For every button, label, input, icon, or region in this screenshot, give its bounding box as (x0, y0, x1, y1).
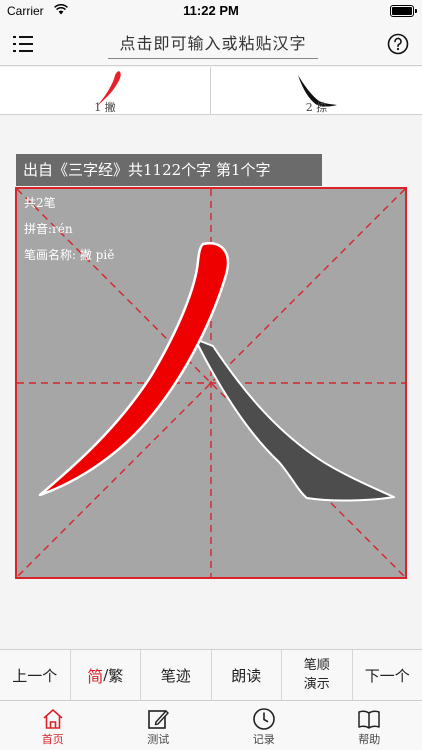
trace-button[interactable]: 笔迹 (141, 650, 212, 700)
prev-label: 上一个 (12, 666, 58, 685)
status-bar: Carrier 11:22 PM (0, 0, 422, 22)
stroke-list: 1 撇 2 捺 (0, 67, 422, 115)
simplified-label: 简 (87, 667, 104, 686)
help-icon[interactable] (386, 32, 410, 56)
clock-icon (252, 708, 275, 730)
tab-bar: 首页 测试 记录 帮助 (0, 701, 422, 750)
search-input[interactable]: 点击即可输入或粘贴汉字 (108, 29, 318, 59)
next-label: 下一个 (364, 666, 410, 685)
tab-label: 首页 (41, 733, 64, 746)
tab-test[interactable]: 测试 (106, 701, 212, 750)
next-character-button[interactable]: 下一个 (353, 650, 422, 700)
pinyin: 拼音:rén (24, 222, 73, 236)
tab-label: 帮助 (358, 733, 381, 746)
order-label-line1: 笔顺 (303, 658, 330, 673)
stroke-item-na[interactable]: 2 捺 (211, 67, 422, 115)
tab-label: 测试 (147, 733, 170, 746)
tab-help[interactable]: 帮助 (317, 701, 422, 750)
trace-label: 笔迹 (160, 666, 191, 685)
read-aloud-label: 朗读 (231, 666, 262, 685)
tab-home[interactable]: 首页 (0, 701, 106, 750)
list-menu-icon[interactable] (10, 32, 36, 56)
edit-icon (148, 709, 170, 729)
character-grid[interactable]: 共2笔 拼音:rén 笔画名称: 撇 piě (15, 187, 407, 579)
traditional-label: 繁 (108, 666, 124, 685)
source-title: 出自《三字经》共1122个字 第1个字 (16, 154, 322, 186)
simplified-traditional-toggle[interactable]: 简 / 繁 (71, 650, 141, 700)
top-nav-bar: 点击即可输入或粘贴汉字 (0, 22, 422, 66)
tab-label: 记录 (252, 733, 275, 746)
stroke-item-pie[interactable]: 1 撇 (0, 67, 211, 115)
stroke-order-demo-button[interactable]: 笔顺 演示 (282, 650, 353, 700)
stroke-name: 笔画名称: 撇 piě (24, 248, 115, 262)
tool-bar: 上一个 简 / 繁 笔迹 朗读 笔顺 演示 下一个 (0, 649, 422, 701)
stroke-label: 2 捺 (305, 101, 328, 114)
battery-icon (390, 5, 417, 17)
book-icon (358, 710, 380, 729)
read-aloud-button[interactable]: 朗读 (212, 650, 282, 700)
status-time: 11:22 PM (183, 3, 239, 18)
stroke-label: 1 撇 (94, 101, 116, 114)
home-icon (43, 709, 63, 729)
tab-records[interactable]: 记录 (211, 701, 317, 750)
order-label-line2: 演示 (303, 677, 330, 692)
prev-character-button[interactable]: 上一个 (0, 650, 71, 700)
stroke-count: 共2笔 (24, 196, 56, 210)
